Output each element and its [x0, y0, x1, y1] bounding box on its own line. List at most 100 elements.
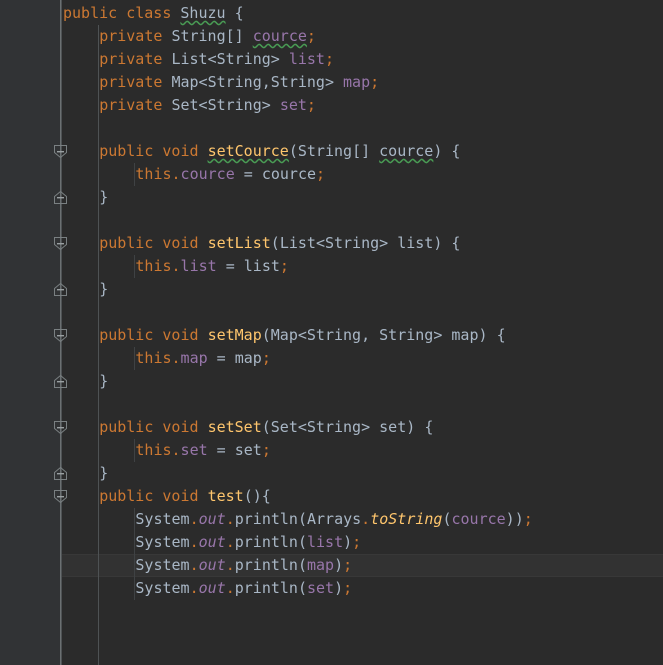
- code-token: String: [207, 73, 262, 91]
- code-token: public: [99, 142, 154, 160]
- code-token: []: [352, 142, 371, 160]
- code-line[interactable]: this.list = list;: [135, 255, 289, 278]
- code-token: {: [451, 234, 461, 252]
- code-token: setSet: [207, 418, 262, 436]
- code-token: ): [334, 579, 344, 597]
- code-line[interactable]: public void setCource(String[] cource) {: [99, 140, 460, 163]
- code-token: {: [424, 418, 434, 436]
- code-token: ;: [261, 441, 271, 459]
- code-token: String: [379, 326, 434, 344]
- code-token: println: [234, 556, 298, 574]
- code-line[interactable]: public void setSet(Set<String> set) {: [99, 416, 433, 439]
- code-token: list: [288, 50, 325, 68]
- code-token: .: [189, 533, 199, 551]
- code-token: String: [216, 50, 271, 68]
- code-token: ): [406, 418, 416, 436]
- code-token: this: [135, 349, 172, 367]
- code-token: String: [324, 234, 380, 252]
- fold-marker-test-open-icon[interactable]: [53, 489, 68, 504]
- code-line[interactable]: }: [99, 370, 108, 393]
- fold-marker-setSet-close-icon[interactable]: [53, 466, 68, 481]
- code-line[interactable]: System.out.println(list);: [135, 531, 361, 554]
- code-editor[interactable]: public class Shuzu {private String[] cou…: [0, 0, 663, 665]
- code-token: private: [99, 50, 163, 68]
- fold-marker-setMap-open-icon[interactable]: [53, 328, 68, 343]
- fold-marker-setList-close-icon[interactable]: [53, 282, 68, 297]
- code-token: .: [171, 257, 181, 275]
- indent-guide: [134, 347, 136, 370]
- code-token: (: [297, 510, 307, 528]
- code-token: cource: [180, 165, 235, 183]
- code-token: =: [225, 257, 235, 275]
- code-line[interactable]: private String[] cource;: [99, 25, 316, 48]
- fold-marker-setCource-close-icon[interactable]: [53, 190, 68, 205]
- code-token: (: [261, 326, 271, 344]
- code-token: ): [334, 556, 344, 574]
- code-token: map: [343, 73, 371, 91]
- code-token: <: [297, 418, 307, 436]
- code-token: .: [361, 510, 371, 528]
- code-token: public: [99, 418, 154, 436]
- code-token: {: [234, 4, 244, 22]
- code-token: .: [171, 349, 181, 367]
- code-token: private: [99, 96, 163, 114]
- code-token: public: [63, 4, 118, 22]
- code-line[interactable]: System.out.println(map);: [135, 554, 352, 577]
- code-line[interactable]: }: [99, 462, 108, 485]
- code-token: String: [171, 27, 226, 45]
- code-token: ;: [324, 50, 334, 68]
- fold-marker-setSet-open-icon[interactable]: [53, 420, 68, 435]
- fold-marker-setMap-close-icon[interactable]: [53, 374, 68, 389]
- code-line[interactable]: this.set = set;: [135, 439, 270, 462]
- fold-region-spine-bottom: [60, 499, 61, 665]
- code-line[interactable]: public void test(){: [99, 485, 271, 508]
- code-token: }: [99, 188, 109, 206]
- fold-marker-setList-open-icon[interactable]: [53, 236, 68, 251]
- code-token: String: [207, 96, 262, 114]
- fold-marker-setCource-open-icon[interactable]: [53, 144, 68, 159]
- code-line[interactable]: private Map<String,String> map;: [99, 71, 379, 94]
- code-token: println: [234, 510, 298, 528]
- code-line[interactable]: public class Shuzu {: [63, 2, 244, 25]
- code-line[interactable]: private Set<String> set;: [99, 94, 316, 117]
- code-token: (: [297, 579, 307, 597]
- code-token: <: [207, 50, 217, 68]
- code-token: list: [397, 234, 434, 252]
- code-token: Arrays: [306, 510, 362, 528]
- code-line[interactable]: public void setList(List<String> list) {: [99, 232, 460, 255]
- code-token: ,: [261, 73, 271, 91]
- code-token: ;: [306, 96, 316, 114]
- code-line[interactable]: this.map = map;: [135, 347, 270, 370]
- code-token: >: [261, 96, 271, 114]
- code-token: >: [379, 234, 389, 252]
- code-text-area[interactable]: public class Shuzu {private String[] cou…: [63, 0, 663, 665]
- code-token: <: [198, 73, 208, 91]
- code-token: >: [361, 418, 371, 436]
- code-token: >: [270, 50, 280, 68]
- code-token: ;: [370, 73, 380, 91]
- code-line[interactable]: private List<String> list;: [99, 48, 334, 71]
- code-line[interactable]: }: [99, 186, 108, 209]
- code-token: ;: [352, 533, 362, 551]
- code-token: (): [243, 487, 262, 505]
- code-line[interactable]: System.out.println(set);: [135, 577, 352, 600]
- code-token: public: [99, 234, 154, 252]
- code-line[interactable]: public void setMap(Map<String, String> m…: [99, 324, 505, 347]
- code-line[interactable]: this.cource = cource;: [135, 163, 325, 186]
- code-token: ): [343, 533, 353, 551]
- code-line[interactable]: }: [99, 278, 108, 301]
- code-token: ,: [361, 326, 371, 344]
- code-line[interactable]: System.out.println(Arrays.toString(courc…: [135, 508, 532, 531]
